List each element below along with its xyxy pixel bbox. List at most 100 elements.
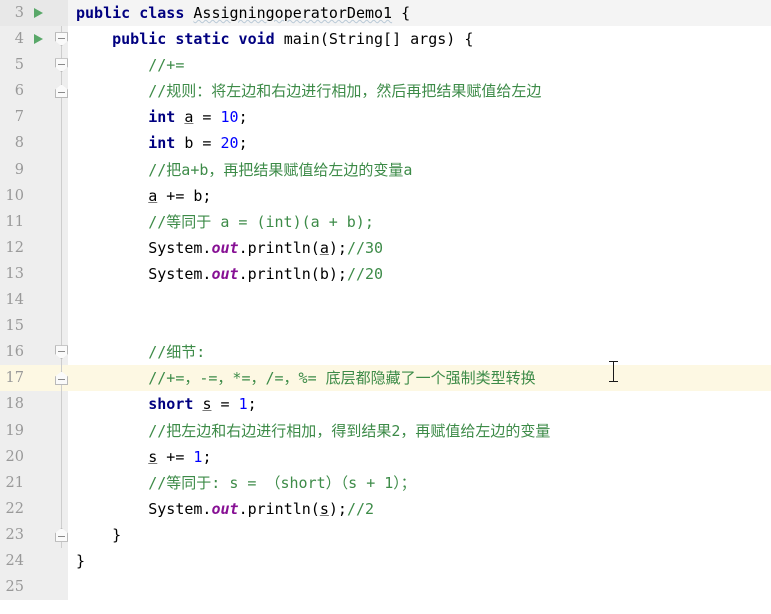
gutter-line-9[interactable]: 9: [0, 156, 68, 183]
code-line-22[interactable]: 22 System.out.println(s);//2: [0, 495, 771, 522]
code-text-line-17[interactable]: //+=，-=，*=，/=，%= 底层都隐藏了一个强制类型转换: [68, 365, 771, 392]
code-text-line-9[interactable]: //把a+b，再把结果赋值给左边的变量a: [68, 156, 771, 183]
code-text-line-11[interactable]: //等同于 a = (int)(a + b);: [68, 208, 771, 235]
code-fold-toggle-icon[interactable]: [55, 345, 68, 360]
token-ul: a: [148, 186, 158, 205]
token-cmt: //细节:: [148, 343, 206, 362]
gutter-line-25[interactable]: 25: [0, 574, 68, 601]
token-plain: ;: [238, 134, 248, 153]
code-line-4[interactable]: 4 public static void main(String[] args)…: [0, 26, 771, 53]
code-line-13[interactable]: 13 System.out.println(b);//20: [0, 260, 771, 288]
code-text-line-16[interactable]: //细节:: [68, 339, 771, 366]
code-text-line-22[interactable]: System.out.println(s);//2: [68, 495, 771, 522]
code-text-line-20[interactable]: s += 1;: [68, 443, 771, 470]
gutter-line-8[interactable]: 8: [0, 130, 68, 157]
gutter-line-20[interactable]: 20: [0, 443, 68, 470]
code-line-10[interactable]: 10 a += b;: [0, 182, 771, 209]
code-line-6[interactable]: 6 //规则：将左边和右边进行相加，然后再把结果赋值给左边: [0, 78, 771, 105]
code-text-line-19[interactable]: //把左边和右边进行相加，得到结果2，再赋值给左边的变量: [68, 417, 771, 444]
code-line-9[interactable]: 9 //把a+b，再把结果赋值给左边的变量a: [0, 156, 771, 183]
editor-rows[interactable]: 3 public class AssigningoperatorDemo1 {4 …: [0, 0, 771, 601]
code-fold-toggle-icon[interactable]: [55, 371, 68, 386]
code-text-line-24[interactable]: }: [68, 547, 771, 575]
code-line-16[interactable]: 16 //细节:: [0, 339, 771, 366]
code-line-20[interactable]: 20 s += 1;: [0, 443, 771, 470]
code-text-line-7[interactable]: int a = 10;: [68, 104, 771, 131]
gutter-line-12[interactable]: 12: [0, 234, 68, 261]
code-line-14[interactable]: 14: [0, 287, 771, 314]
code-text-line-23[interactable]: }: [68, 521, 771, 548]
code-fold-toggle-icon[interactable]: [55, 527, 68, 542]
code-line-12[interactable]: 12 System.out.println(a);//30: [0, 234, 771, 261]
gutter-line-11[interactable]: 11: [0, 208, 68, 235]
gutter-line-6[interactable]: 6: [0, 78, 68, 105]
gutter-line-23[interactable]: 23: [0, 521, 68, 548]
code-line-18[interactable]: 18 short s = 1;: [0, 391, 771, 418]
code-text-line-3[interactable]: public class AssigningoperatorDemo1 {: [68, 0, 771, 27]
token-cmt: //等同于: s = （short）（s + 1）；: [148, 473, 416, 492]
gutter-line-24[interactable]: 24: [0, 547, 68, 575]
gutter-line-16[interactable]: 16: [0, 339, 68, 366]
code-editor[interactable]: 3 public class AssigningoperatorDemo1 {4 …: [0, 0, 771, 614]
code-text-line-15[interactable]: [68, 313, 771, 340]
code-fold-guide-line: [61, 260, 62, 288]
run-arrow-icon[interactable]: [34, 34, 43, 45]
gutter-line-13[interactable]: 13: [0, 260, 68, 288]
gutter-line-17[interactable]: 17: [0, 365, 68, 392]
gutter-line-19[interactable]: 19: [0, 417, 68, 444]
gutter-line-10[interactable]: 10: [0, 182, 68, 209]
code-text-line-25[interactable]: [68, 574, 771, 601]
code-text-line-8[interactable]: int b = 20;: [68, 130, 771, 157]
code-text-line-12[interactable]: System.out.println(a);//30: [68, 234, 771, 261]
token-plain: =: [193, 108, 221, 127]
code-line-7[interactable]: 7 int a = 10;: [0, 104, 771, 131]
code-text-line-21[interactable]: //等同于: s = （short）（s + 1）；: [68, 469, 771, 496]
gutter-line-14[interactable]: 14: [0, 287, 68, 314]
gutter-line-15[interactable]: 15: [0, 313, 68, 340]
code-line-11[interactable]: 11 //等同于 a = (int)(a + b);: [0, 208, 771, 235]
code-line-25[interactable]: 25: [0, 574, 771, 601]
fold-minus-glyph: [58, 92, 65, 94]
token-typo: AssigningoperatorDemo1: [193, 4, 393, 22]
gutter-line-18[interactable]: 18: [0, 391, 68, 418]
gutter-line-21[interactable]: 21: [0, 469, 68, 496]
code-fold-guide-line: [61, 495, 62, 522]
code-line-8[interactable]: 8 int b = 20;: [0, 130, 771, 157]
code-line-19[interactable]: 19 //把左边和右边进行相加，得到结果2，再赋值给左边的变量: [0, 417, 771, 444]
code-line-5[interactable]: 5 //+=: [0, 52, 771, 79]
code-line-3[interactable]: 3 public class AssigningoperatorDemo1 {: [0, 0, 771, 27]
code-fold-guide-line: [61, 234, 62, 261]
token-plain: +=: [157, 447, 194, 466]
token-plain: ;: [238, 108, 248, 127]
code-line-17[interactable]: 17 //+=，-=，*=，/=，%= 底层都隐藏了一个强制类型转换: [0, 365, 771, 392]
code-text-line-18[interactable]: short s = 1;: [68, 391, 771, 418]
code-fold-guide-line: [61, 443, 62, 470]
run-arrow-icon[interactable]: [34, 8, 43, 19]
code-text-line-13[interactable]: System.out.println(b);//20: [68, 260, 771, 288]
token-plain: b =: [184, 134, 221, 153]
token-ul: a: [319, 238, 329, 257]
code-line-23[interactable]: 23 }: [0, 521, 771, 548]
code-text-line-6[interactable]: //规则：将左边和右边进行相加，然后再把结果赋值给左边: [68, 78, 771, 105]
code-fold-toggle-icon[interactable]: [55, 84, 68, 99]
code-line-21[interactable]: 21 //等同于: s = （short）（s + 1）；: [0, 469, 771, 496]
gutter-line-22[interactable]: 22: [0, 495, 68, 522]
gutter-line-3[interactable]: 3: [0, 0, 68, 27]
code-fold-toggle-icon[interactable]: [55, 58, 68, 73]
code-text-line-10[interactable]: a += b;: [68, 182, 771, 209]
code-text-line-4[interactable]: public static void main(String[] args) {: [68, 26, 771, 53]
gutter-line-4[interactable]: 4: [0, 26, 68, 53]
code-line-24[interactable]: 24}: [0, 547, 771, 575]
code-line-15[interactable]: 15: [0, 313, 771, 340]
code-text-line-14[interactable]: [68, 287, 771, 314]
code-text-line-5[interactable]: //+=: [68, 52, 771, 79]
code-fold-toggle-icon[interactable]: [55, 32, 68, 47]
gutter-line-7[interactable]: 7: [0, 104, 68, 131]
token-ul: s: [148, 447, 158, 466]
gutter-line-5[interactable]: 5: [0, 52, 68, 79]
